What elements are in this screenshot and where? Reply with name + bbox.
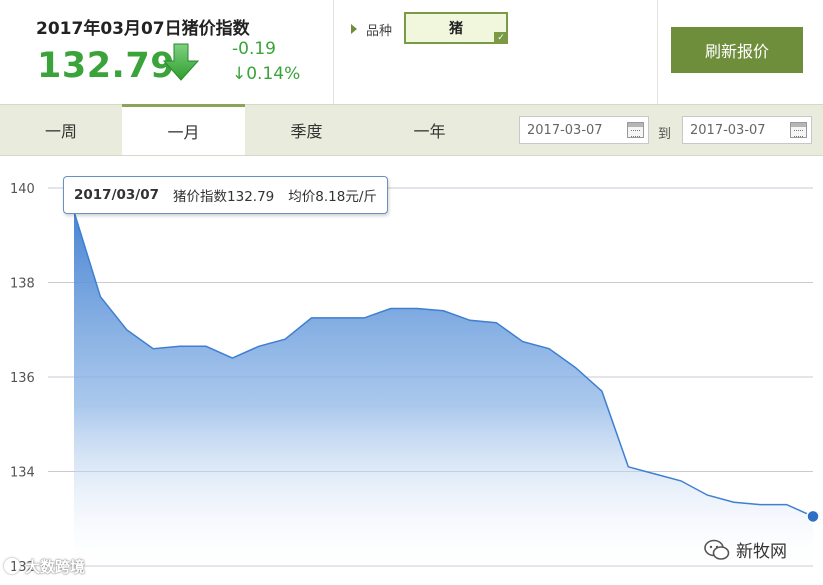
- watermark-left: 大数跨境: [4, 556, 85, 577]
- checkmark-icon: ✓: [494, 32, 508, 44]
- data-point: [679, 478, 684, 483]
- variety-select[interactable]: 猪 ✓: [404, 12, 508, 44]
- tab-month[interactable]: 一月: [122, 104, 245, 155]
- data-point: [151, 346, 156, 351]
- data-point: [705, 493, 710, 498]
- data-point: [98, 294, 103, 299]
- header-divider: [657, 0, 658, 104]
- variety-select-value: 猪: [449, 21, 463, 37]
- start-date-value: 2017-03-07: [527, 122, 603, 138]
- highlighted-data-point: [806, 509, 820, 524]
- data-point: [758, 502, 763, 507]
- data-point: [177, 344, 182, 349]
- data-point: [731, 500, 736, 505]
- page-title: 2017年03月07日猪价指数: [36, 19, 250, 39]
- end-date-value: 2017-03-07: [690, 122, 766, 138]
- header-divider: [333, 0, 334, 104]
- variety-label: 品种: [366, 24, 393, 39]
- tooltip-date: 2017/03/07: [74, 187, 160, 203]
- chart-tooltip: 2017/03/07 猪价指数132.79 均价8.18元/斤: [63, 176, 388, 214]
- calendar-icon[interactable]: [627, 122, 644, 138]
- data-point: [626, 464, 631, 469]
- y-tick-label: 138: [10, 277, 35, 292]
- tab-week[interactable]: 一周: [0, 105, 122, 155]
- data-point: [230, 356, 235, 361]
- down-arrow-icon: [162, 43, 200, 81]
- data-point: [203, 344, 208, 349]
- watermark-logo-icon: [4, 558, 20, 574]
- data-point: [335, 315, 340, 320]
- change-percent: ↓0.14%: [232, 64, 301, 84]
- watermark-right-text: 新牧网: [736, 542, 787, 562]
- watermark-left-text: 大数跨境: [25, 558, 86, 576]
- calendar-icon[interactable]: [790, 122, 807, 138]
- wechat-icon: [704, 539, 730, 560]
- series-area: [74, 211, 813, 566]
- date-range-separator: 到: [658, 127, 672, 142]
- data-point: [362, 315, 367, 320]
- y-tick-label: 134: [10, 466, 35, 481]
- data-point: [441, 308, 446, 313]
- data-point: [599, 389, 604, 394]
- watermark-right: 新牧网: [704, 537, 787, 562]
- data-point: [124, 327, 129, 332]
- data-point: [652, 471, 657, 476]
- data-point: [784, 502, 789, 507]
- data-point: [388, 306, 393, 311]
- data-point: [573, 365, 578, 370]
- index-value: 132.79: [37, 46, 176, 86]
- tooltip-index: 猪价指数132.79: [173, 189, 275, 205]
- tooltip-price: 均价8.18元/斤: [288, 189, 377, 205]
- y-tick-label: 140: [10, 182, 35, 197]
- tab-year[interactable]: 一年: [368, 105, 491, 155]
- end-date-input[interactable]: 2017-03-07: [682, 116, 812, 144]
- data-point: [467, 318, 472, 323]
- data-point: [547, 346, 552, 351]
- data-point: [309, 315, 314, 320]
- data-point: [494, 320, 499, 325]
- tab-quarter[interactable]: 季度: [245, 105, 368, 155]
- refresh-price-button[interactable]: 刷新报价: [671, 27, 803, 73]
- data-point: [283, 337, 288, 342]
- price-header: 2017年03月07日猪价指数 132.79 -0.19 ↓0.14% 品种 猪…: [0, 0, 823, 104]
- data-point: [415, 306, 420, 311]
- period-tab-bar: 一周 一月 季度 一年 2017-03-07 到 2017-03-07: [0, 104, 823, 156]
- data-point: [520, 339, 525, 344]
- data-point: [256, 344, 261, 349]
- start-date-input[interactable]: 2017-03-07: [519, 116, 649, 144]
- change-absolute: -0.19: [232, 39, 276, 59]
- y-tick-label: 136: [10, 371, 35, 386]
- caret-right-icon: [351, 24, 357, 34]
- price-index-chart: 132134136138140: [10, 182, 820, 575]
